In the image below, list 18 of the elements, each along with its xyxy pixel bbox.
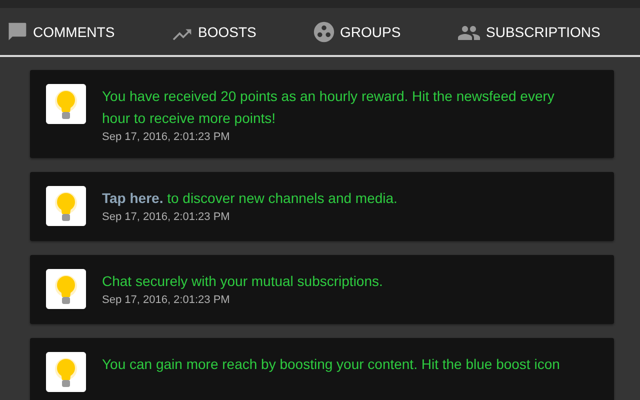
timestamp: Sep 17, 2016, 2:01:23 PM <box>102 131 231 143</box>
timestamp: Sep 17, 2016, 2:01:23 PM <box>102 211 231 223</box>
three-dots-circle-icon <box>313 20 335 42</box>
lightbulb-icon <box>46 84 86 124</box>
notification-text: You have received 20 points as an hourly reward. Hit the newsfeed every hour to receive more points! <box>102 87 556 128</box>
lightbulb-icon <box>46 352 86 392</box>
nav-tab[interactable]: COMMENTS <box>6 20 171 42</box>
nav-tab[interactable]: BOOSTS <box>171 24 313 40</box>
notification-text: Chat securely with your mutual subscriptions. <box>102 272 383 291</box>
speech-bubble-icon <box>6 20 28 42</box>
notification-text: You can gain more reach by boosting your content. Hit the blue boost icon <box>102 355 560 374</box>
tap-here-link[interactable]: Tap here. <box>102 190 164 206</box>
notification-text: Tap here. to discover new channels and media. <box>102 189 398 208</box>
nav-tab[interactable]: GROUPS <box>313 20 457 42</box>
nav-tab[interactable]: SUBSCRIPTIONS <box>457 22 600 40</box>
lightbulb-icon <box>46 186 86 226</box>
lightbulb-icon <box>46 269 86 309</box>
timestamp: Sep 17, 2016, 2:01:23 PM <box>102 294 231 306</box>
